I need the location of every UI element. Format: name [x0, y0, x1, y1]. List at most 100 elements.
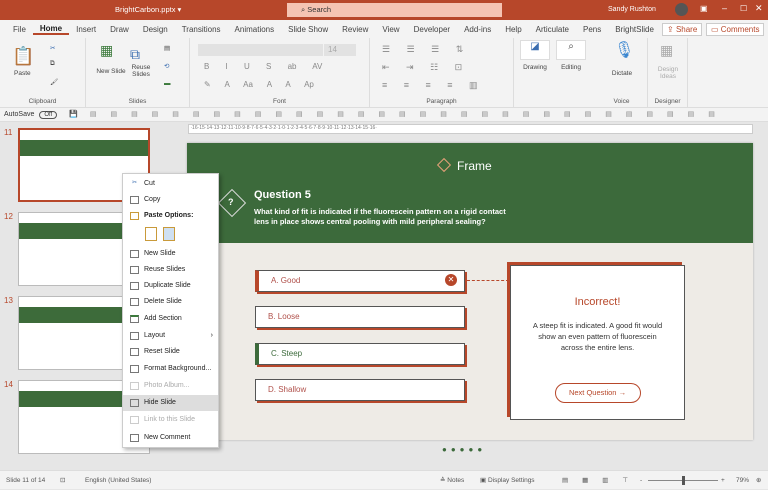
- menu-reset-slide[interactable]: Reset Slide: [123, 344, 218, 360]
- accessibility-icon[interactable]: ⊡: [60, 471, 65, 490]
- format-painter-icon[interactable]: 🖌: [50, 78, 58, 86]
- reset-icon[interactable]: ⟲: [164, 62, 169, 70]
- zoom-out-button[interactable]: -: [640, 471, 642, 490]
- menu-reuse-slides[interactable]: Reuse Slides: [123, 262, 218, 278]
- tab-view[interactable]: View: [375, 25, 406, 34]
- tab-articulate[interactable]: Articulate: [529, 25, 576, 34]
- tab-developer[interactable]: Developer: [407, 25, 457, 34]
- reuse-slides-button[interactable]: Reuse Slides: [128, 64, 154, 78]
- tab-review[interactable]: Review: [335, 25, 375, 34]
- menu-new-slide[interactable]: New Slide: [123, 246, 218, 262]
- paste-keep-formatting-icon[interactable]: [145, 227, 157, 241]
- tab-add-ins[interactable]: Add-ins: [457, 25, 498, 34]
- menu-duplicate-slide[interactable]: Duplicate Slide: [123, 278, 218, 294]
- font-format-buttons[interactable]: B I U S ab AV: [204, 62, 354, 71]
- menu-hide-slide[interactable]: Hide Slide: [123, 395, 218, 411]
- paste-icon[interactable]: 📋: [12, 46, 34, 67]
- answer-option-c[interactable]: C. Steep: [255, 343, 465, 365]
- tab-file[interactable]: File: [6, 25, 33, 34]
- tab-pens[interactable]: Pens: [576, 25, 608, 34]
- slides-label: Slides: [128, 98, 147, 105]
- minimize-button[interactable]: –: [722, 3, 727, 13]
- slide-canvas[interactable]: Frame ? Question 5 What kind of fit is i…: [187, 143, 753, 454]
- design-ideas-icon[interactable]: ▦: [660, 42, 673, 59]
- tab-slide-show[interactable]: Slide Show: [281, 25, 335, 34]
- notes-button[interactable]: ≙ Notes: [440, 471, 464, 490]
- save-icon[interactable]: 💾: [69, 111, 78, 118]
- font-label: Font: [272, 98, 286, 105]
- fit-slide-icon[interactable]: ⊕: [756, 471, 761, 490]
- autosave-toggle[interactable]: Off: [39, 111, 58, 119]
- cut-icon[interactable]: ✂: [50, 44, 55, 52]
- search-box[interactable]: ⌕ Search: [287, 3, 502, 17]
- paint-bucket-icon: [130, 365, 139, 373]
- reuse-slides-icon[interactable]: ⧉: [130, 46, 140, 63]
- new-slide-icon[interactable]: ▦: [100, 42, 113, 59]
- question-icon: ?: [228, 197, 234, 207]
- font-color-buttons[interactable]: ✎ A Aa A A Ap: [204, 80, 354, 89]
- menu-delete-slide[interactable]: Delete Slide: [123, 294, 218, 310]
- menu-format-background[interactable]: Format Background...: [123, 361, 218, 377]
- align-buttons[interactable]: ≡ ≡ ≡ ≡ ▥: [382, 80, 478, 91]
- tab-insert[interactable]: Insert: [69, 25, 103, 34]
- list-buttons[interactable]: ☰ ☰ ☰ ⇅: [382, 44, 463, 55]
- voice-label: Voice: [613, 98, 630, 105]
- share-button[interactable]: ⇪ Share: [662, 23, 703, 36]
- display-settings-button[interactable]: ▣ Display Settings: [480, 471, 535, 490]
- display-icon: ▣: [480, 477, 488, 484]
- font-size-input[interactable]: 14: [324, 44, 356, 56]
- close-button[interactable]: ✕: [755, 3, 763, 14]
- file-name[interactable]: BrightCarbon.pptx ▾: [115, 5, 181, 14]
- menu-copy[interactable]: Copy: [123, 192, 218, 208]
- tab-brightslide[interactable]: BrightSlide: [608, 25, 661, 34]
- new-slide-button[interactable]: New Slide: [96, 68, 126, 75]
- section-icon[interactable]: ▬: [164, 80, 171, 87]
- zoom-slider-thumb[interactable]: [682, 476, 685, 485]
- tab-home[interactable]: Home: [32, 24, 70, 35]
- horizontal-ruler[interactable]: ·16·15·14·13·12·11·10·9·8·7·6·5·4·3·2·1·…: [188, 124, 753, 134]
- ribbon-display-icon[interactable]: ▣: [700, 4, 708, 13]
- comments-button[interactable]: ▭ Comments: [706, 23, 765, 36]
- tab-transitions[interactable]: Transitions: [175, 25, 228, 34]
- tab-draw[interactable]: Draw: [103, 25, 136, 34]
- link-icon: [130, 416, 139, 424]
- zoom-in-button[interactable]: +: [721, 471, 725, 490]
- qat-commands[interactable]: ▤▤▤▤▤▤▤▤▤▤▤▤▤▤▤▤▤▤▤▤▤▤▤▤▤▤▤▤▤▤▤: [90, 111, 729, 118]
- title-bar: BrightCarbon.pptx ▾ ⌕ Search Sandy Rusht…: [0, 0, 768, 20]
- view-buttons[interactable]: ▤▦▥⊤: [562, 471, 642, 490]
- drawing-button[interactable]: Drawing: [516, 64, 554, 71]
- answer-option-a[interactable]: A. Good: [255, 270, 465, 292]
- language[interactable]: English (United States): [85, 471, 151, 490]
- menu-link-to-slide: Link to this Slide: [123, 412, 218, 428]
- menu-new-comment[interactable]: New Comment: [123, 430, 218, 446]
- indent-buttons[interactable]: ⇤ ⇥ ☷ ⊡: [382, 62, 462, 73]
- editing-icon[interactable]: ⌕: [556, 40, 586, 60]
- autosave-label: AutoSave: [4, 111, 35, 118]
- drawing-icon[interactable]: ◪: [520, 40, 550, 60]
- tab-animations[interactable]: Animations: [228, 25, 282, 34]
- dictate-button[interactable]: Dictate: [600, 70, 644, 77]
- chevron-right-icon: ›: [210, 332, 213, 339]
- menu-cut[interactable]: ✂ Cut: [123, 176, 218, 192]
- paste-picture-icon[interactable]: [163, 227, 175, 241]
- zoom-level[interactable]: 79%: [736, 471, 749, 490]
- menu-layout[interactable]: Layout ›: [123, 328, 218, 344]
- font-name-input[interactable]: [198, 44, 323, 56]
- avatar[interactable]: [675, 3, 688, 16]
- tab-help[interactable]: Help: [498, 25, 528, 34]
- answer-option-d[interactable]: D. Shallow: [255, 379, 465, 401]
- microphone-icon[interactable]: 🎙: [614, 40, 634, 60]
- maximize-button[interactable]: ☐: [740, 4, 747, 13]
- tab-design[interactable]: Design: [136, 25, 175, 34]
- design-ideas-button[interactable]: Design Ideas: [650, 66, 686, 80]
- next-question-button[interactable]: Next Question →: [554, 383, 641, 403]
- editing-button[interactable]: Editing: [552, 64, 590, 71]
- user-name: Sandy Rushton: [608, 6, 656, 13]
- feedback-card: Incorrect! A steep fit is indicated. A g…: [510, 265, 685, 420]
- menu-add-section[interactable]: Add Section: [123, 311, 218, 327]
- answer-option-b[interactable]: B. Loose: [255, 306, 465, 328]
- photo-album-icon: [130, 382, 139, 390]
- paste-button[interactable]: Paste: [14, 70, 31, 77]
- copy-icon[interactable]: ⧉: [50, 60, 55, 68]
- layout-icon[interactable]: ▤: [164, 44, 170, 52]
